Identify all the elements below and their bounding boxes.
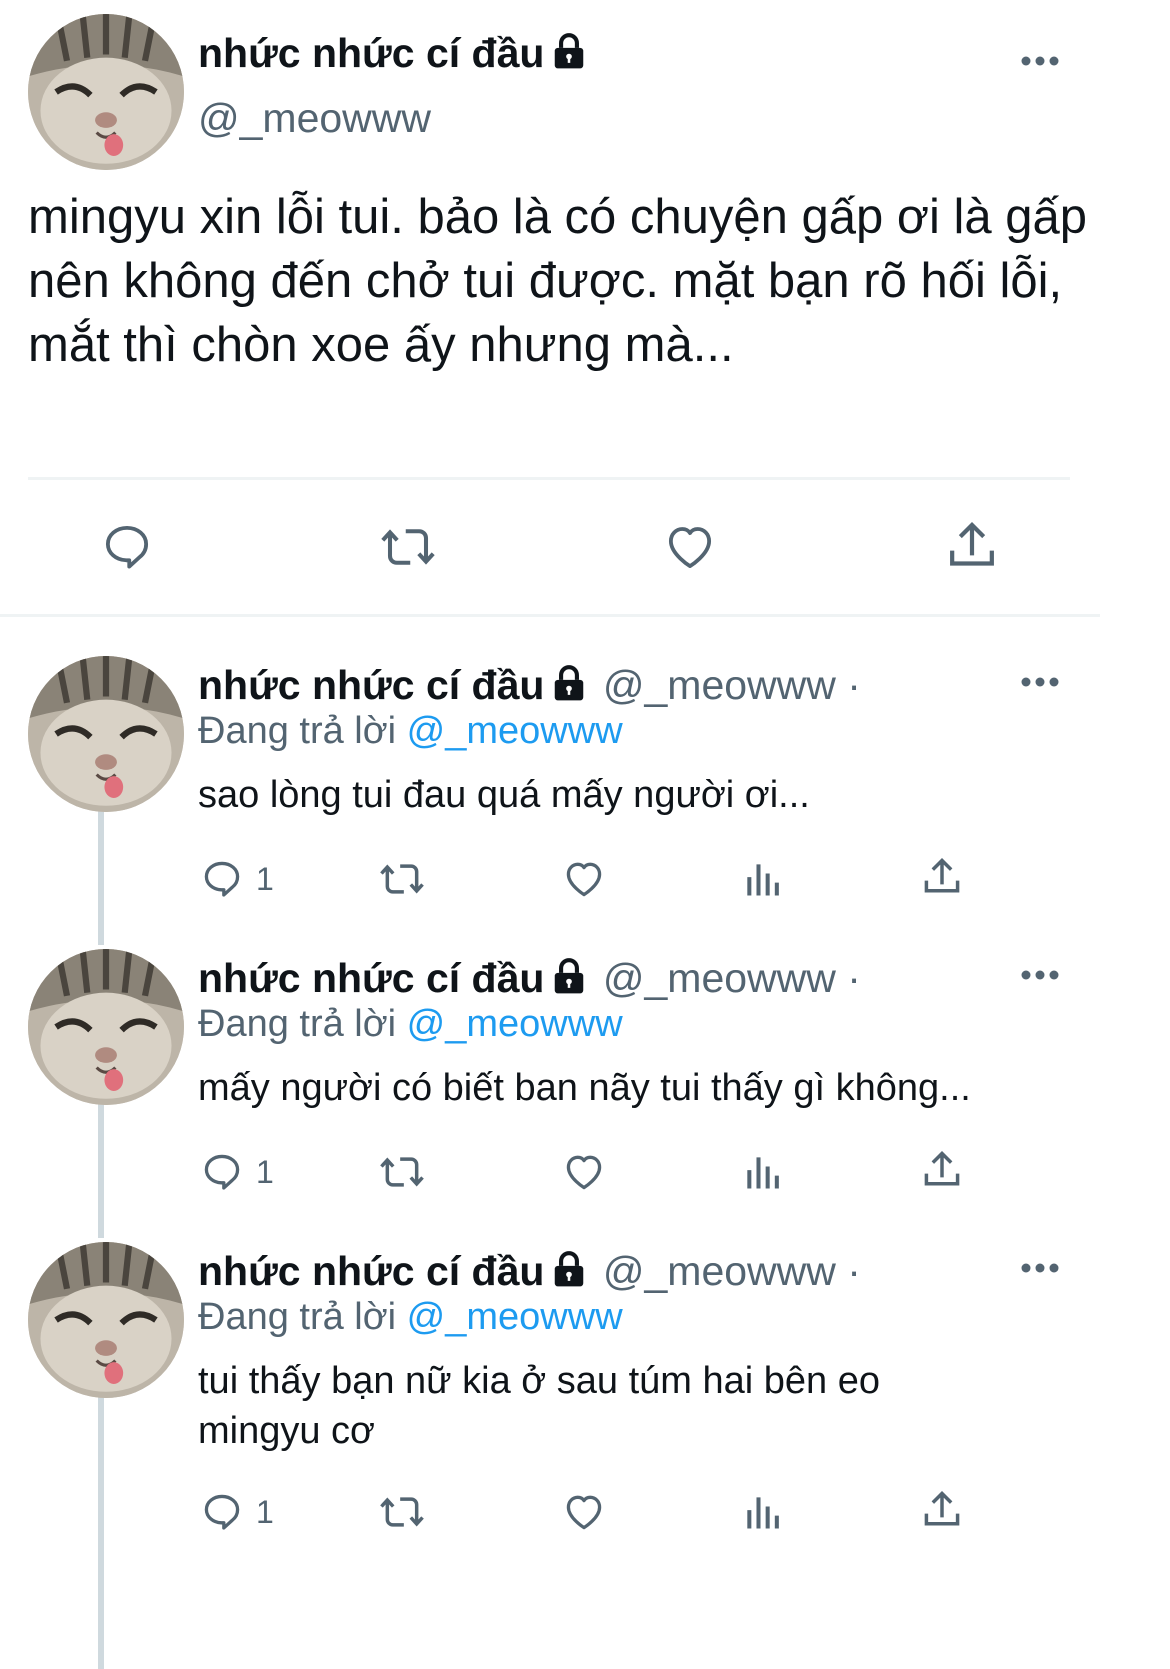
reply-count: 1 [256, 861, 274, 897]
divider [28, 477, 1070, 480]
share-icon[interactable] [920, 1148, 964, 1192]
tweet-text: tui thấy bạn nữ kia ở sau túm hai bên eo… [198, 1360, 880, 1452]
tweet-header: nhức nhức cí đầu @_meowww · [198, 955, 861, 1001]
share-icon[interactable] [920, 855, 964, 899]
share-icon[interactable] [920, 1488, 964, 1532]
tweet-text: sao lòng tui đau quá mấy người ơi... [198, 774, 810, 816]
retweet-icon[interactable] [376, 1150, 428, 1194]
display-name[interactable]: nhức nhức cí đầu [198, 30, 588, 80]
tweet-text: mingyu xin lỗi tui. bảo là có chuyện gấp… [28, 190, 1088, 372]
share-icon[interactable] [944, 518, 1000, 574]
handle[interactable]: @_meowww [198, 95, 431, 142]
avatar[interactable] [28, 14, 184, 170]
replying-to: Đang trả lời @_meowww [198, 710, 623, 752]
avatar[interactable] [28, 656, 184, 812]
tweet-text: mấy người có biết ban nãy tui thấy gì kh… [198, 1067, 971, 1109]
reply-icon[interactable] [200, 857, 244, 901]
replying-to: Đang trả lời @_meowww [198, 1296, 623, 1338]
lock-icon [550, 957, 588, 1000]
reply-count: 1 [256, 1154, 274, 1190]
views-icon[interactable] [742, 857, 786, 901]
reply-icon[interactable] [200, 1490, 244, 1534]
lock-icon [550, 1250, 588, 1293]
divider [0, 614, 1100, 617]
thread-line [98, 803, 104, 945]
more-icon[interactable] [1012, 46, 1072, 76]
avatar[interactable] [28, 1242, 184, 1398]
tweet-header: nhức nhức cí đầu @_meowww · [198, 1248, 861, 1294]
heart-icon[interactable] [562, 1490, 606, 1534]
more-icon[interactable] [1012, 667, 1072, 697]
tweet-header: nhức nhức cí đầu @_meowww · [198, 662, 861, 708]
reply-icon[interactable] [100, 520, 154, 574]
views-icon[interactable] [742, 1150, 786, 1194]
reply-icon[interactable] [200, 1150, 244, 1194]
replying-to: Đang trả lời @_meowww [198, 1003, 623, 1045]
heart-icon[interactable] [562, 857, 606, 901]
heart-icon[interactable] [562, 1150, 606, 1194]
lock-icon [550, 32, 588, 80]
avatar[interactable] [28, 949, 184, 1105]
lock-icon [550, 664, 588, 707]
retweet-icon[interactable] [378, 520, 438, 574]
reply-count: 1 [256, 1494, 274, 1530]
more-icon[interactable] [1012, 1253, 1072, 1283]
thread-line [98, 1390, 104, 1669]
views-icon[interactable] [742, 1490, 786, 1534]
retweet-icon[interactable] [376, 857, 428, 901]
thread-line [98, 1096, 104, 1238]
retweet-icon[interactable] [376, 1490, 428, 1534]
more-icon[interactable] [1012, 960, 1072, 990]
heart-icon[interactable] [662, 520, 718, 574]
